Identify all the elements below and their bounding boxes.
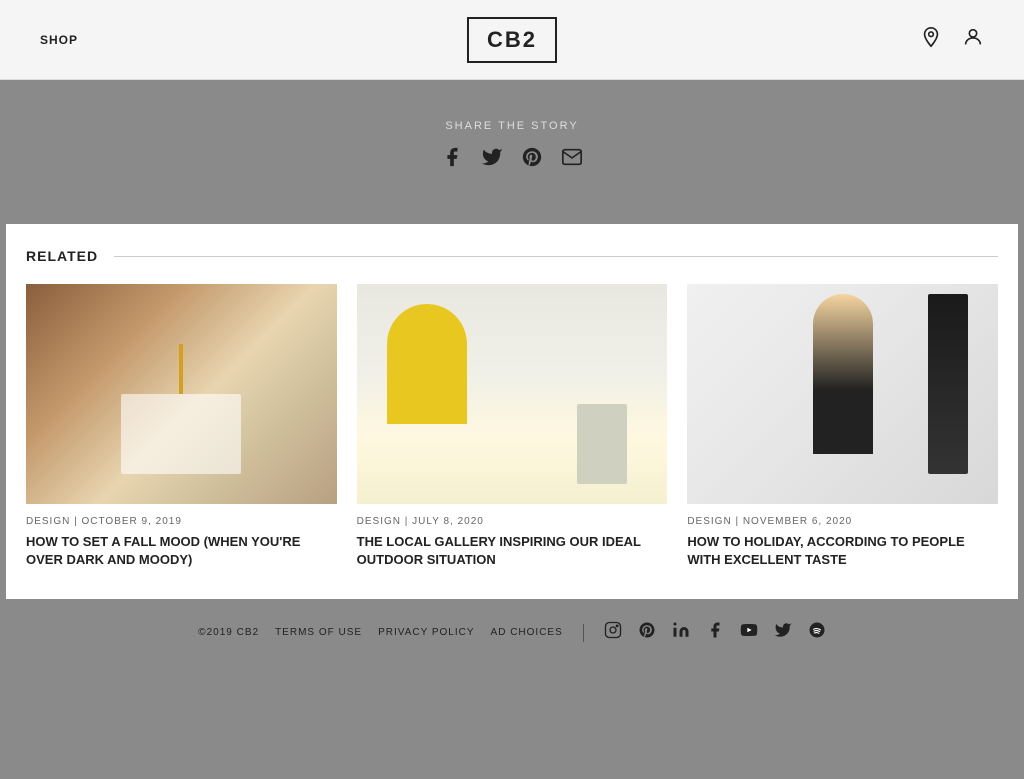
footer-privacy[interactable]: PRIVACY POLICY (378, 627, 474, 638)
footer-spotify-icon[interactable] (808, 621, 826, 644)
footer-ad-choices[interactable]: AD CHOICES (491, 627, 563, 638)
related-header: RELATED (26, 248, 998, 264)
footer-vertical-divider (583, 624, 584, 642)
card-2-image-inner (357, 284, 668, 504)
footer-instagram-icon[interactable] (604, 621, 622, 644)
share-section: SHARE THE STORY (0, 80, 1024, 224)
card-3[interactable]: DESIGN | NOVEMBER 6, 2020 HOW TO HOLIDAY… (687, 284, 998, 569)
card-1-meta: DESIGN | OCTOBER 9, 2019 (26, 516, 337, 527)
account-icon[interactable] (962, 26, 984, 54)
header-icons (920, 26, 984, 54)
footer-twitter-icon[interactable] (774, 621, 792, 644)
facebook-icon[interactable] (441, 146, 463, 174)
header: SHOP CB2 (0, 0, 1024, 80)
email-icon[interactable] (561, 146, 583, 174)
twitter-icon[interactable] (481, 146, 503, 174)
card-3-image-inner (687, 284, 998, 504)
card-1-image-inner (26, 284, 337, 504)
card-3-image (687, 284, 998, 504)
footer-linkedin-icon[interactable] (672, 621, 690, 644)
share-icons (441, 146, 583, 174)
shop-link[interactable]: SHOP (40, 33, 78, 47)
logo[interactable]: CB2 (467, 17, 557, 63)
footer-pinterest-icon[interactable] (638, 621, 656, 644)
card-2-title: THE LOCAL GALLERY INSPIRING OUR IDEAL OU… (357, 533, 668, 569)
card-3-meta: DESIGN | NOVEMBER 6, 2020 (687, 516, 998, 527)
share-label: SHARE THE STORY (445, 120, 578, 132)
footer: ©2019 CB2 TERMS OF USE PRIVACY POLICY AD… (0, 599, 1024, 666)
card-3-title: HOW TO HOLIDAY, ACCORDING TO PEOPLE WITH… (687, 533, 998, 569)
footer-youtube-icon[interactable] (740, 621, 758, 644)
card-2-image (357, 284, 668, 504)
related-title: RELATED (26, 248, 98, 264)
card-2-meta: DESIGN | JULY 8, 2020 (357, 516, 668, 527)
related-divider (114, 256, 998, 257)
footer-left: ©2019 CB2 TERMS OF USE PRIVACY POLICY AD… (198, 627, 563, 638)
footer-copyright: ©2019 CB2 (198, 627, 259, 638)
location-icon[interactable] (920, 26, 942, 54)
pinterest-icon[interactable] (521, 146, 543, 174)
related-section: RELATED DESIGN | OCTOBER 9, 2019 HOW TO … (6, 224, 1018, 599)
card-1[interactable]: DESIGN | OCTOBER 9, 2019 HOW TO SET A FA… (26, 284, 337, 569)
card-1-image (26, 284, 337, 504)
footer-social-icons (604, 621, 826, 644)
card-1-title: HOW TO SET A FALL MOOD (WHEN YOU'RE OVER… (26, 533, 337, 569)
footer-facebook-icon[interactable] (706, 621, 724, 644)
card-2[interactable]: DESIGN | JULY 8, 2020 THE LOCAL GALLERY … (357, 284, 668, 569)
cards-grid: DESIGN | OCTOBER 9, 2019 HOW TO SET A FA… (26, 284, 998, 569)
footer-terms[interactable]: TERMS OF USE (275, 627, 362, 638)
